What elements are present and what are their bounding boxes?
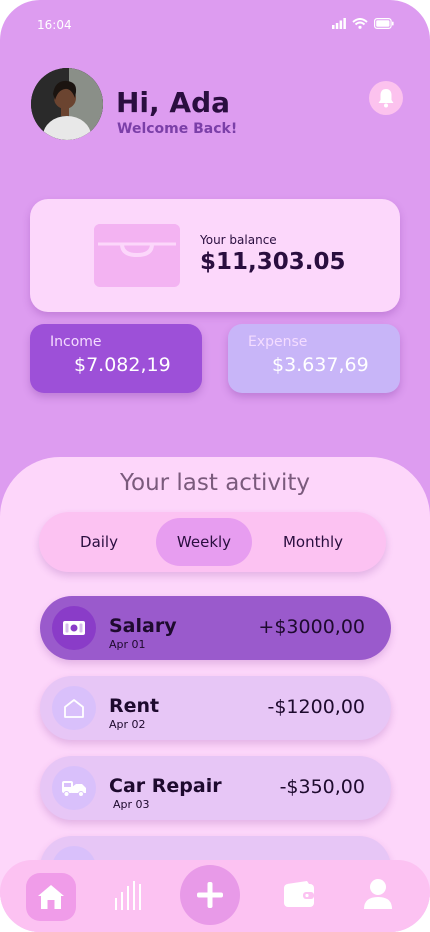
transaction-name: Car Repair	[109, 775, 222, 797]
greeting-title: Hi, Ada	[116, 86, 231, 119]
status-icons	[332, 18, 394, 29]
expense-card[interactable]: Expense $3.637,69	[228, 324, 400, 393]
period-segmented-control: Daily Weekly Monthly	[39, 512, 386, 572]
avatar[interactable]	[31, 68, 103, 140]
transaction-row[interactable]: Car Repair Apr 03 -$350,00	[40, 756, 391, 820]
balance-card[interactable]: Your balance $11,303.05	[30, 199, 400, 312]
transaction-row[interactable]: Salary Apr 01 +$3000,00	[40, 596, 391, 660]
transaction-icon-badge	[52, 766, 96, 810]
battery-icon	[374, 18, 394, 29]
expense-value: $3.637,69	[272, 354, 369, 376]
status-time: 16:04	[37, 18, 72, 32]
income-card[interactable]: Income $7.082,19	[30, 324, 202, 393]
wallet-icon	[94, 224, 180, 287]
transaction-amount: +$3000,00	[258, 616, 365, 638]
car-icon	[62, 781, 86, 797]
tab-daily[interactable]: Daily	[59, 518, 139, 566]
greeting-subtitle: Welcome Back!	[117, 121, 238, 137]
nav-stats-button[interactable]	[113, 878, 143, 914]
bell-icon	[378, 89, 394, 108]
transaction-date: Apr 02	[109, 718, 146, 731]
transaction-amount: -$1200,00	[267, 696, 365, 718]
avatar-photo	[31, 68, 103, 140]
add-icon	[197, 882, 223, 908]
nav-wallet-button[interactable]	[283, 880, 315, 912]
notification-button[interactable]	[369, 81, 403, 115]
income-value: $7.082,19	[74, 354, 171, 376]
tab-weekly[interactable]: Weekly	[156, 518, 252, 566]
nav-profile-button[interactable]	[363, 878, 393, 914]
tab-monthly[interactable]: Monthly	[265, 518, 361, 566]
cash-icon	[63, 621, 85, 635]
expense-label: Expense	[248, 334, 308, 350]
transaction-row[interactable]: Rent Apr 02 -$1200,00	[40, 676, 391, 740]
transaction-date: Apr 01	[109, 638, 146, 651]
transaction-amount: -$350,00	[279, 776, 365, 798]
transaction-icon-badge	[52, 686, 96, 730]
balance-label: Your balance	[200, 233, 277, 247]
chart-icon	[115, 881, 141, 910]
transaction-icon-badge	[52, 606, 96, 650]
home-icon	[64, 699, 84, 718]
activity-title: Your last activity	[120, 470, 310, 496]
transaction-name: Rent	[109, 695, 160, 717]
wifi-icon	[352, 18, 368, 29]
signal-icon	[332, 18, 346, 29]
balance-value: $11,303.05	[200, 249, 346, 275]
transaction-date: Apr 03	[113, 798, 150, 811]
income-label: Income	[50, 334, 102, 350]
nav-home-button[interactable]	[26, 873, 76, 921]
app-screen: 16:04 Hi, Ada Welcome Back! Your balance…	[0, 0, 430, 932]
profile-icon	[364, 879, 392, 909]
home-icon	[38, 885, 64, 909]
add-button[interactable]	[180, 865, 240, 925]
transaction-name: Salary	[109, 615, 177, 637]
wallet-icon	[284, 881, 314, 907]
